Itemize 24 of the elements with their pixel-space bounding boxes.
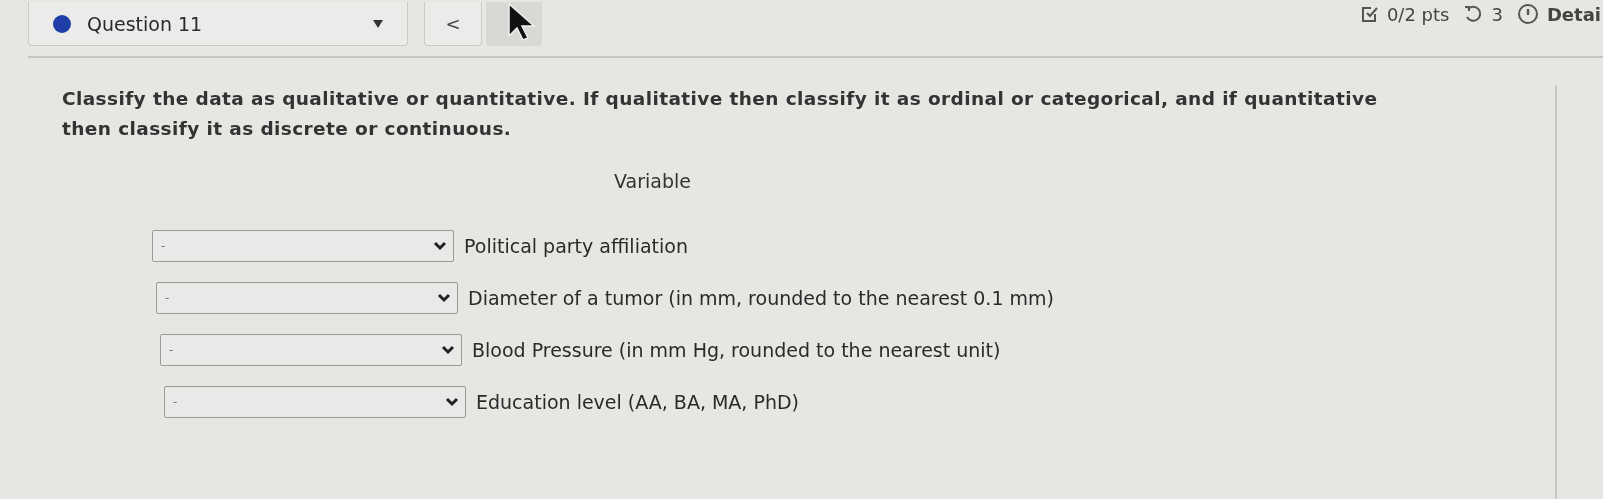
previous-button[interactable]: < [424,2,482,46]
retry-icon [1463,4,1484,24]
chevron-icon [433,241,447,251]
points-text: 0/2 pts [1386,3,1450,25]
question-selector[interactable]: Question 11 [28,2,408,46]
chevron-icon [445,397,459,407]
info-icon [1516,3,1539,25]
answer-dropdown[interactable]: - [164,386,466,418]
question-label: Question 11 [87,12,204,35]
variable-label: Diameter of a tumor (in mm, rounded to the nearest 0.1 mm) [468,287,1054,309]
chevron-icon [437,293,451,303]
answer-dropdown[interactable]: - [160,334,462,366]
column-header: Variable [613,170,692,192]
answer-dropdown[interactable]: - [156,282,458,314]
question-text: Classify the data as qualitative or quantitative. If qualitative then classify it as ordinal or categorical, and if quantitative then classify it as discrete or continuous. [62,87,1379,141]
variable-label: Political party affiliation [464,235,688,257]
variable-label: Blood Pressure (in mm Hg, rounded to the nearest unit) [472,339,1001,361]
variable-label: Education level (AA, BA, MA, PhD) [476,391,799,413]
attempts-count: 3 [1491,3,1503,25]
chevron-icon [441,345,455,355]
caret-icon [373,19,383,28]
checkbox-icon [1360,5,1379,23]
details-link[interactable]: Detai [1546,3,1601,25]
answer-dropdown[interactable]: - [152,230,454,262]
